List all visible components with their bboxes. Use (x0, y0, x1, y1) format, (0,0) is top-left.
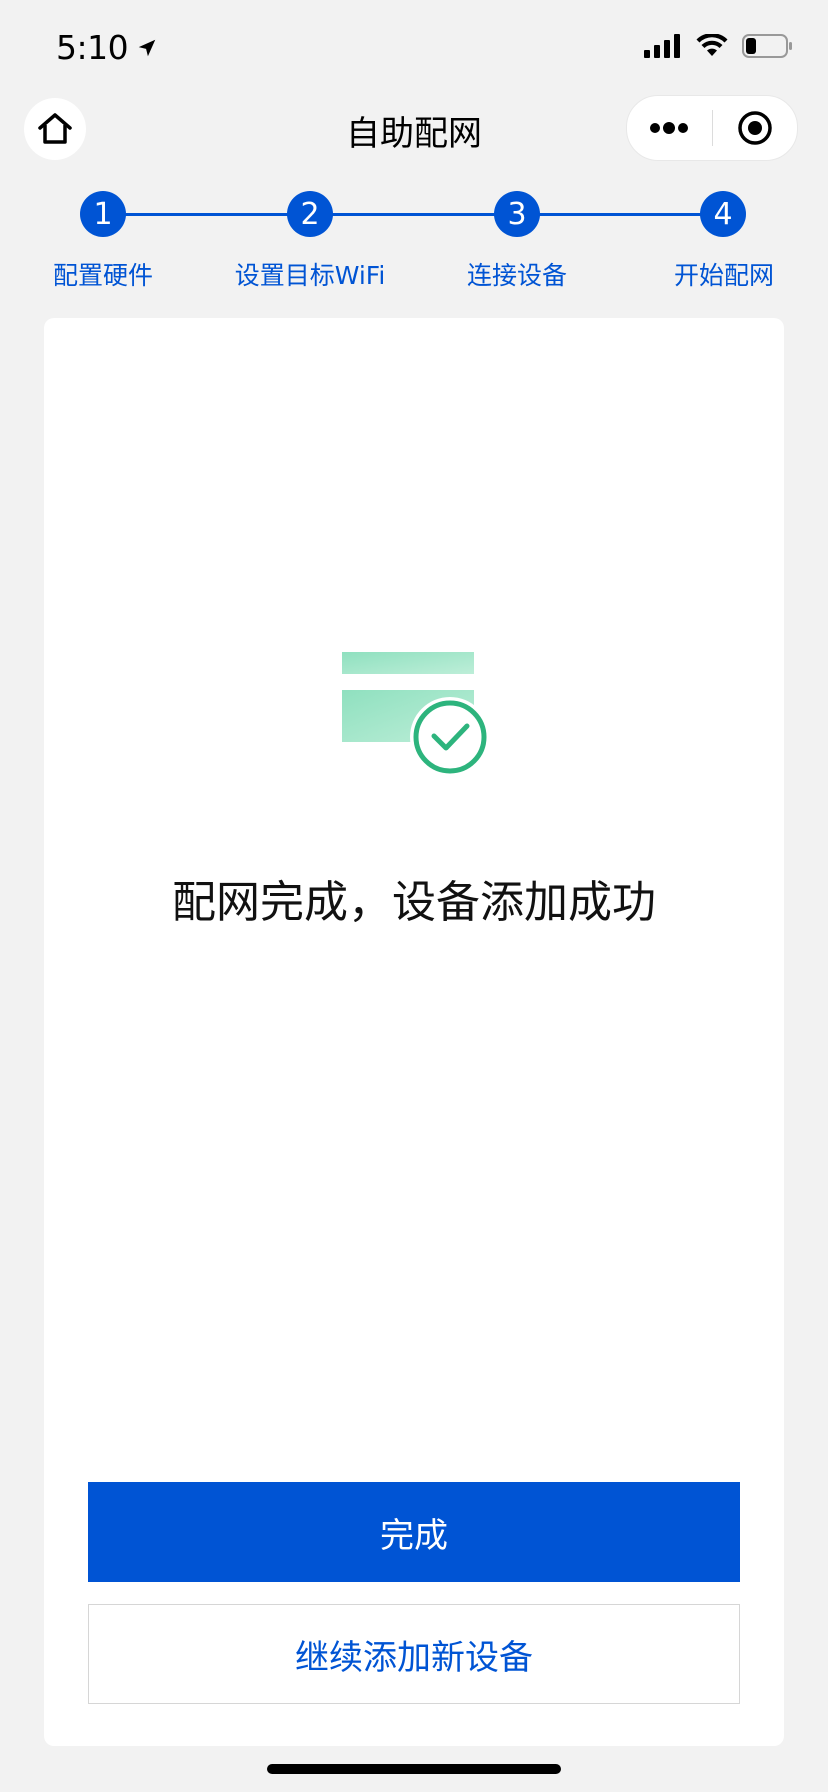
more-dots-icon (650, 122, 689, 134)
add-new-device-button[interactable]: 继续添加新设备 (88, 1604, 740, 1704)
location-arrow-icon (138, 39, 156, 56)
step-1-label: 配置硬件 (52, 261, 153, 290)
step-2-label: 设置目标WiFi (234, 261, 386, 290)
status-time-text: 5:10 (56, 28, 129, 67)
cellular-signal-icon (644, 34, 680, 58)
battery-icon (742, 34, 792, 58)
mini-program-capsule (626, 95, 798, 161)
more-button[interactable] (627, 96, 712, 160)
wifi-icon (696, 34, 728, 56)
card-check-icon (340, 650, 490, 780)
status-time: 5:10 (56, 28, 158, 67)
home-indicator[interactable] (267, 1764, 561, 1774)
close-button[interactable] (713, 96, 798, 160)
step-4-label: 开始配网 (673, 261, 774, 290)
done-button[interactable]: 完成 (88, 1482, 740, 1582)
step-3-circle: 3 (494, 191, 540, 237)
step-1-circle: 1 (80, 191, 126, 237)
step-2-circle: 2 (287, 191, 333, 237)
target-circle-icon (738, 111, 772, 145)
stepper-line (103, 213, 723, 216)
step-4-circle: 4 (700, 191, 746, 237)
step-3-label: 连接设备 (466, 261, 567, 290)
success-message: 配网完成，设备添加成功 (172, 877, 656, 928)
status-indicators (644, 34, 794, 58)
